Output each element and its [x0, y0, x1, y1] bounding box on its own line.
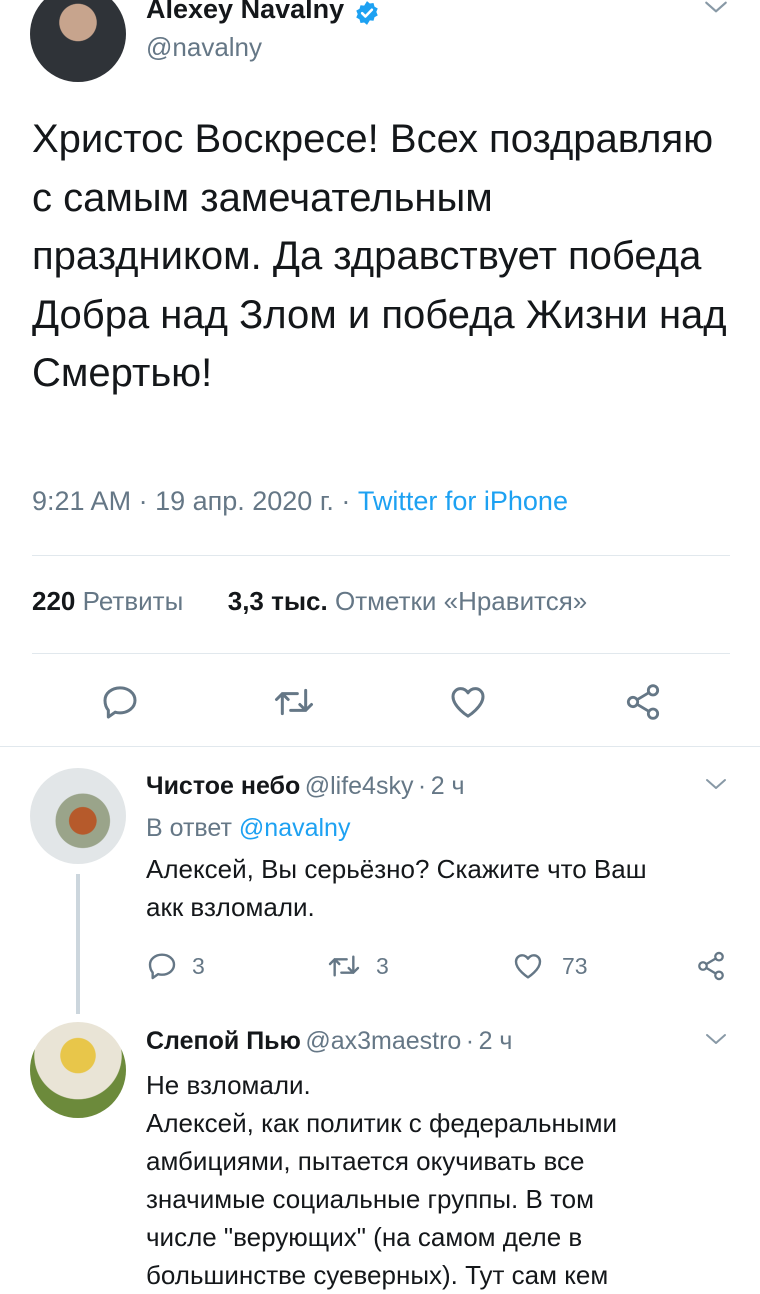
retweet-count: 3: [376, 952, 389, 979]
retweet-icon[interactable]: [326, 950, 362, 982]
thread-line: [76, 874, 80, 1014]
likes-stat[interactable]: 3,3 тыс. Отметки «Нравится»: [228, 586, 588, 616]
tweet-text: Христос Воскресе! Всех поздравляю с самы…: [32, 117, 727, 395]
reply-header: Слепой Пью @ax3maestro · 2 ч: [146, 1027, 512, 1056]
tweet-meta: 9:21 AM · 19 апр. 2020 г. · Twitter for …: [32, 486, 568, 517]
retweet-icon[interactable]: [272, 682, 316, 722]
reply-action[interactable]: 3: [146, 950, 205, 982]
author-handle[interactable]: @navalny: [146, 32, 262, 63]
reply-text-line: Не взломали.: [146, 1070, 311, 1100]
tweet-date: 19 апр. 2020 г.: [155, 486, 334, 516]
author-name[interactable]: Alexey Navalny: [146, 0, 344, 25]
reply-header: Чистое небо @life4sky · 2 ч: [146, 772, 465, 801]
reply-text: Не взломали. Алексей, как политик с феде…: [146, 1066, 746, 1294]
like-heart-icon[interactable]: [448, 682, 488, 722]
reply-text-line: амбициями, пытается окучивать все: [146, 1146, 585, 1176]
meta-separator: ·: [131, 486, 156, 516]
meta-separator: ·: [417, 772, 427, 800]
likes-label: Отметки «Нравится»: [334, 586, 588, 616]
reply-text-line: большинстве суеверных). Тут сам кем: [146, 1260, 609, 1290]
reply-icon[interactable]: [146, 950, 178, 982]
likes-count: 3,3 тыс.: [227, 586, 328, 616]
reply-to-label: В ответ: [146, 814, 232, 842]
share-icon[interactable]: [694, 950, 728, 982]
reply-time: 2 ч: [430, 772, 465, 800]
reply-author-handle[interactable]: @life4sky: [305, 772, 414, 800]
reply-count: 3: [192, 952, 205, 979]
reply-author-name[interactable]: Слепой Пью: [146, 1027, 301, 1055]
reply-to-line: В ответ @navalny: [146, 814, 350, 843]
like-heart-icon[interactable]: [512, 950, 544, 982]
tweet-stats: 220 Ретвиты 3,3 тыс. Отметки «Нравится»: [32, 586, 587, 617]
reply-avatar[interactable]: [30, 1022, 126, 1118]
reply-icon[interactable]: [100, 682, 140, 722]
divider: [32, 653, 730, 654]
tweet-source-link[interactable]: Twitter for iPhone: [358, 486, 568, 516]
meta-separator: ·: [333, 486, 358, 516]
reply-time: 2 ч: [478, 1027, 513, 1055]
verified-badge-icon: [354, 0, 380, 26]
chevron-down-icon[interactable]: [704, 772, 728, 796]
divider: [32, 555, 730, 556]
like-count: 73: [562, 952, 588, 979]
author-avatar[interactable]: [30, 0, 126, 82]
like-action[interactable]: 73: [512, 950, 588, 982]
meta-separator: ·: [465, 1027, 475, 1055]
reply-author-name[interactable]: Чистое небо: [146, 772, 300, 800]
chevron-down-icon[interactable]: [703, 0, 729, 20]
reply-text-line: Алексей, как политик с федеральными: [146, 1108, 617, 1138]
retweets-stat[interactable]: 220 Ретвиты: [32, 586, 183, 616]
chevron-down-icon[interactable]: [704, 1027, 728, 1051]
retweet-action[interactable]: 3: [326, 950, 389, 982]
reply-text-line: Алексей, Вы серьёзно? Скажите что Ваш: [146, 854, 647, 884]
tweet-time: 9:21 AM: [32, 486, 132, 516]
reply-avatar[interactable]: [30, 768, 126, 864]
reply-text-line: значимые социальные группы. В том: [146, 1184, 595, 1214]
reply-text-line: акк взломали.: [146, 892, 315, 922]
divider: [0, 746, 760, 747]
retweets-count: 220: [32, 586, 76, 616]
reply-author-handle[interactable]: @ax3maestro: [305, 1027, 461, 1055]
share-icon[interactable]: [622, 682, 664, 722]
reply-to-handle-link[interactable]: @navalny: [239, 814, 351, 842]
reply-text-line: числе "верующих" (на самом деле в: [146, 1222, 583, 1252]
retweets-label: Ретвиты: [82, 586, 184, 616]
reply-text: Алексей, Вы серьёзно? Скажите что Ваш ак…: [146, 850, 726, 926]
